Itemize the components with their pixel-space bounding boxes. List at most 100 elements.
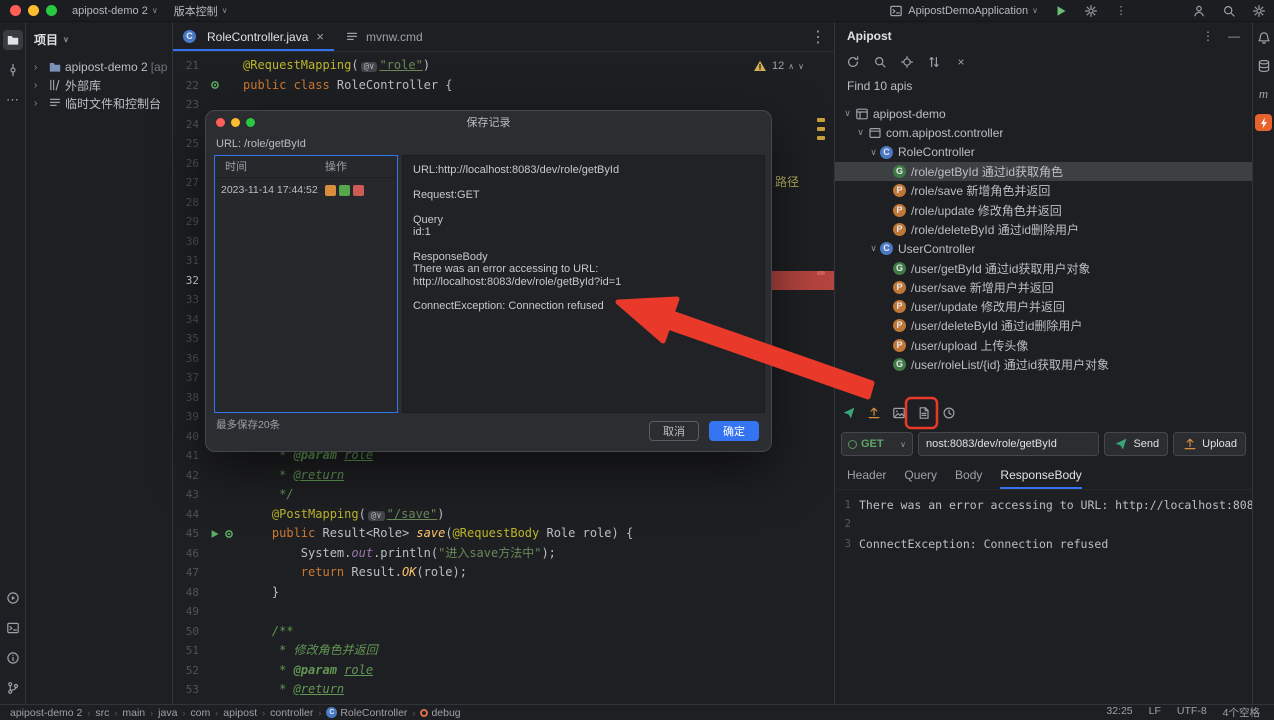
api-tree-item[interactable]: P/user/deleteById 通过id删除用户 <box>835 316 1252 335</box>
breadcrumb-item[interactable]: apipost-demo 2 <box>10 707 82 719</box>
code-text[interactable] <box>243 602 834 622</box>
breadcrumb-item[interactable]: controller <box>270 707 313 719</box>
cancel-button[interactable]: 取消 <box>649 421 699 441</box>
savedoc-icon[interactable] <box>916 405 932 421</box>
project-item[interactable]: › 外部库 <box>26 76 172 94</box>
locate-icon[interactable] <box>899 54 915 70</box>
commit-toolwindow-icon[interactable] <box>3 60 23 80</box>
breadcrumb-item[interactable]: C RoleController <box>326 707 407 719</box>
branch-toolwindow-icon[interactable] <box>3 678 23 698</box>
dialog-minimize-button[interactable] <box>231 118 240 127</box>
stripe-mark[interactable] <box>817 271 825 275</box>
upload-button[interactable]: Upload <box>1173 432 1246 457</box>
url-input[interactable]: nost:8083/dev/role/getById <box>918 432 1100 457</box>
user-icon[interactable] <box>1191 3 1207 19</box>
image-icon[interactable] <box>891 405 907 421</box>
inspections-widget[interactable]: 12 ∧ ∨ <box>752 58 804 74</box>
api-tree-item[interactable]: P/user/save 新增用户并返回 <box>835 278 1252 297</box>
folder-toolwindow-icon[interactable] <box>2 30 23 50</box>
code-text[interactable]: * @param role <box>243 661 834 681</box>
zoom-window-button[interactable] <box>46 5 57 16</box>
chevron-down-icon[interactable]: ∨ <box>867 243 880 254</box>
record-row[interactable]: 2023-11-14 17:44:52 <box>215 178 397 202</box>
code-text[interactable]: * 修改角色并返回 <box>243 641 834 661</box>
op-restore-icon[interactable] <box>325 184 336 196</box>
api-tree-item[interactable]: ∨ C RoleController <box>835 143 1252 162</box>
chevron-down-icon[interactable]: ∨ <box>854 127 867 138</box>
chevron-down-icon[interactable]: ∨ <box>867 147 880 158</box>
settings-icon[interactable] <box>1251 3 1267 19</box>
method-select[interactable]: GET ∨ <box>841 432 913 457</box>
code-text[interactable]: * @return <box>243 680 834 700</box>
expand-collapse-icon[interactable] <box>926 54 942 70</box>
project-selector[interactable]: apipost-demo 2 ∨ <box>64 0 166 22</box>
refresh-icon[interactable] <box>845 54 861 70</box>
tab-rolecontroller[interactable]: C RoleController.java × <box>173 22 334 51</box>
project-panel-header[interactable]: 项目 ∨ <box>26 26 172 52</box>
run-gutter-icon[interactable] <box>209 528 221 540</box>
api-tree-item[interactable]: P/role/update 修改角色并返回 <box>835 200 1252 219</box>
api-tree-item[interactable]: ∨ apipost-demo <box>835 104 1252 123</box>
api-tree-item[interactable]: P/user/upload 上传头像 <box>835 336 1252 355</box>
run-options-icon[interactable] <box>1083 3 1099 19</box>
code-text[interactable]: public Result<Role> save(@RequestBody Ro… <box>243 524 834 544</box>
project-item[interactable]: › apipost-demo 2 [ap <box>26 58 172 76</box>
code-text[interactable]: @RequestMapping(@∨ "role") <box>243 56 834 76</box>
run-button[interactable] <box>1053 3 1069 19</box>
project-item[interactable]: › 临时文件和控制台 <box>26 94 172 112</box>
run-config-selector[interactable]: ApipostDemoApplication ∨ <box>880 0 1046 22</box>
chevron-down-icon[interactable]: ∨ <box>841 108 854 119</box>
dialog-zoom-button[interactable] <box>246 118 255 127</box>
op-view-icon[interactable] <box>339 184 350 196</box>
send-icon[interactable] <box>841 405 857 421</box>
code-text[interactable]: } <box>243 583 834 603</box>
close-window-button[interactable] <box>10 5 21 16</box>
api-tree-item[interactable]: ∨ com.apipost.controller <box>835 123 1252 142</box>
send-button[interactable]: Send <box>1104 432 1169 457</box>
breadcrumb-item[interactable]: com <box>190 707 210 719</box>
stripe-mark[interactable] <box>817 136 825 140</box>
breadcrumb-item[interactable]: debug <box>420 707 461 719</box>
next-problem-icon[interactable]: ∨ <box>798 62 804 71</box>
api-tree-item[interactable]: G/user/roleList/{id} 通过id获取用户对象 <box>835 355 1252 374</box>
api-tree-item[interactable]: P/user/update 修改用户并返回 <box>835 297 1252 316</box>
code-text[interactable]: /** <box>243 622 834 642</box>
more-actions-icon[interactable]: ⋮ <box>1113 3 1129 19</box>
breadcrumb-item[interactable]: apipost <box>223 707 257 719</box>
status-widget[interactable]: LF <box>1149 705 1161 720</box>
bean-gutter-icon[interactable] <box>209 79 221 91</box>
api-tree-item[interactable]: G/user/getById 通过id获取用户对象 <box>835 258 1252 277</box>
api-tree-item[interactable]: P/role/save 新增角色并返回 <box>835 181 1252 200</box>
search-icon[interactable] <box>1221 3 1237 19</box>
editor-error-stripe[interactable] <box>816 22 826 704</box>
op-delete-icon[interactable] <box>353 184 364 196</box>
code-text[interactable]: */ <box>243 485 834 505</box>
code-text[interactable]: * @return <box>243 466 834 486</box>
status-widget[interactable]: 32:25 <box>1106 705 1132 720</box>
code-text[interactable]: System.out.println("进入save方法中"); <box>243 544 834 564</box>
ok-button[interactable]: 确定 <box>709 421 759 441</box>
playcircle-toolwindow-icon[interactable] <box>3 588 23 608</box>
history-icon[interactable] <box>941 405 957 421</box>
tab-responsebody[interactable]: ResponseBody <box>1000 468 1081 489</box>
api-tree-item[interactable]: ∨ C UserController <box>835 239 1252 258</box>
breadcrumb-item[interactable]: main <box>122 707 145 719</box>
api-tree-item[interactable]: P/role/deleteById 通过id删除用户 <box>835 220 1252 239</box>
tab-query[interactable]: Query <box>904 468 937 489</box>
minimize-panel-icon[interactable]: — <box>1226 28 1242 44</box>
more-h-toolwindow-icon[interactable]: ⋯ <box>3 90 23 110</box>
dialog-close-button[interactable] <box>216 118 225 127</box>
info-toolwindow-icon[interactable] <box>3 648 23 668</box>
bean-gutter-icon[interactable] <box>223 528 235 540</box>
minimize-window-button[interactable] <box>28 5 39 16</box>
code-text[interactable]: @PostMapping(@∨ "/save") <box>243 505 834 525</box>
breadcrumb-item[interactable]: java <box>158 707 177 719</box>
code-text[interactable]: return Result.OK(role); <box>243 563 834 583</box>
upload-icon[interactable] <box>866 405 882 421</box>
database-icon[interactable] <box>1256 58 1272 74</box>
maven-icon[interactable]: m <box>1259 86 1268 102</box>
tab-header[interactable]: Header <box>847 468 886 489</box>
notifications-icon[interactable] <box>1256 30 1272 46</box>
search-icon[interactable] <box>872 54 888 70</box>
status-widget[interactable]: 4个空格 <box>1223 705 1260 720</box>
